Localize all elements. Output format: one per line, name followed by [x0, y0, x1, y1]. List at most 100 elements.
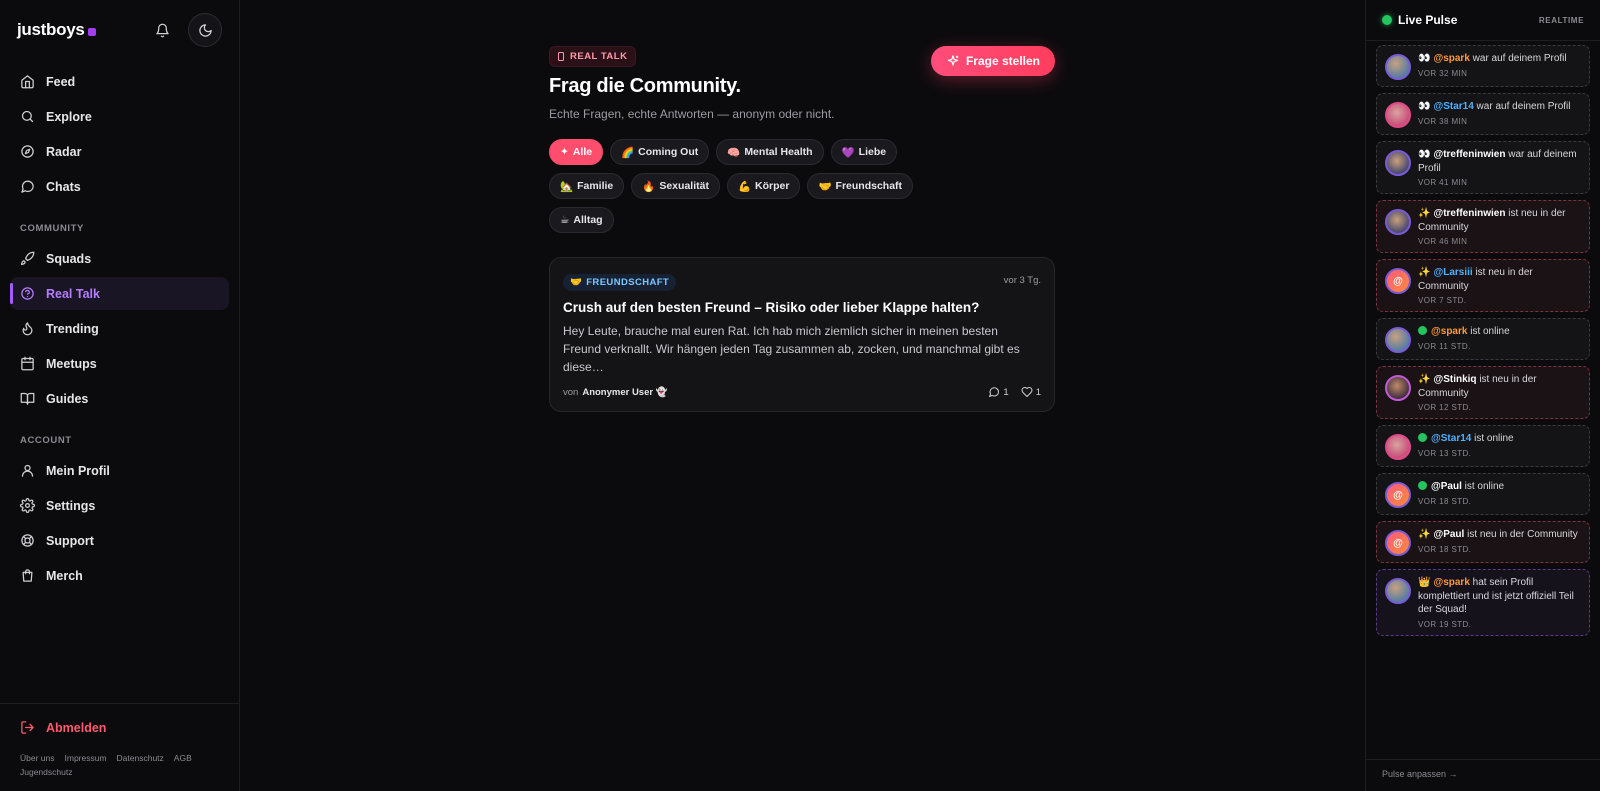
- pulse-text: @spark ist online: [1418, 325, 1510, 339]
- pulse-settings-link[interactable]: Pulse anpassen →: [1366, 759, 1600, 791]
- filter-chip-alle[interactable]: ✦ Alle: [549, 139, 604, 165]
- pulse-handle[interactable]: @spark: [1433, 577, 1469, 588]
- question-icon: [21, 287, 34, 300]
- sidebar-item-explore[interactable]: Explore: [10, 100, 229, 133]
- chip-emoji: 🔥: [642, 180, 656, 193]
- pulse-message: ist online: [1467, 326, 1510, 337]
- footer-link[interactable]: Über uns: [20, 753, 55, 763]
- pulse-card[interactable]: ✨ @treffeninwien ist neu in der Community…: [1376, 200, 1590, 253]
- comment-count[interactable]: 1: [988, 386, 1009, 398]
- sidebar-item-settings[interactable]: Settings: [10, 489, 229, 522]
- pulse-card[interactable]: 👀 @Star14 war auf deinem Profil VOR 38 MIN: [1376, 93, 1590, 135]
- sidebar-item-guides[interactable]: Guides: [10, 382, 229, 415]
- footer-link[interactable]: Datenschutz: [117, 753, 164, 763]
- theme-toggle-moon-icon[interactable]: [188, 13, 222, 47]
- pulse-handle[interactable]: @treffeninwien: [1433, 208, 1505, 219]
- pulse-emoji: ✨: [1418, 208, 1431, 219]
- sidebar-item-profile[interactable]: Mein Profil: [10, 454, 229, 487]
- sidebar-item-real-talk[interactable]: Real Talk: [10, 277, 229, 310]
- section-tag: REAL TALK: [549, 46, 637, 67]
- post-title[interactable]: Crush auf den besten Freund – Risiko ode…: [563, 300, 1041, 315]
- bell-icon[interactable]: [146, 14, 178, 46]
- logout-label: Abmelden: [46, 720, 107, 735]
- category-emoji: 🤝: [570, 277, 583, 288]
- footer-link[interactable]: Impressum: [65, 753, 107, 763]
- like-count[interactable]: 1: [1021, 386, 1041, 398]
- sidebar-item-meetups[interactable]: Meetups: [10, 347, 229, 380]
- sidebar-item-label: Feed: [46, 74, 76, 89]
- filter-chip-sexualitaet[interactable]: 🔥 Sexualität: [631, 173, 720, 199]
- sidebar-item-label: Meetups: [46, 356, 97, 371]
- sidebar-item-radar[interactable]: Radar: [10, 135, 229, 168]
- sidebar-item-merch[interactable]: Merch: [10, 559, 229, 592]
- footer-link[interactable]: Jugendschutz: [20, 767, 72, 777]
- pulse-handle[interactable]: @Paul: [1433, 529, 1464, 540]
- post-category-badge[interactable]: 🤝 FREUNDSCHAFT: [563, 274, 677, 291]
- pulse-card[interactable]: @Star14 ist online VOR 13 STD.: [1376, 425, 1590, 467]
- avatar[interactable]: [1385, 150, 1411, 176]
- avatar[interactable]: [1385, 54, 1411, 80]
- pulse-time: VOR 19 STD.: [1418, 619, 1472, 629]
- filter-chip-alltag[interactable]: ☕ Alltag: [549, 207, 614, 233]
- pulse-text: ✨ @treffeninwien ist neu in der Community: [1418, 207, 1581, 234]
- pulse-handle[interactable]: @Larsiii: [1433, 267, 1472, 278]
- sidebar-item-label: Squads: [46, 251, 92, 266]
- question-card[interactable]: 🤝 FREUNDSCHAFT vor 3 Tg. Crush auf den b…: [549, 257, 1055, 412]
- sidebar-item-support[interactable]: Support: [10, 524, 229, 557]
- pulse-emoji: 👀: [1418, 149, 1431, 160]
- avatar[interactable]: [1385, 375, 1411, 401]
- pulse-handle[interactable]: @Star14: [1431, 433, 1471, 444]
- like-count-value: 1: [1035, 386, 1041, 398]
- comment-icon: [989, 387, 1000, 397]
- footer-link[interactable]: AGB: [174, 753, 192, 763]
- avatar[interactable]: [1385, 578, 1411, 604]
- avatar[interactable]: [1385, 209, 1411, 235]
- avatar[interactable]: [1385, 434, 1411, 460]
- pulse-handle[interactable]: @Stinkiq: [1433, 374, 1476, 385]
- sidebar-item-label: Settings: [46, 498, 96, 513]
- filter-chip-coming-out[interactable]: 🌈 Coming Out: [610, 139, 710, 165]
- pulse-handle[interactable]: @Star14: [1433, 101, 1473, 112]
- avatar[interactable]: @: [1385, 268, 1411, 294]
- filter-chip-mental-health[interactable]: 🧠 Mental Health: [716, 139, 824, 165]
- pulse-card[interactable]: 👀 @treffeninwien war auf deinem Profil VOR…: [1376, 141, 1590, 194]
- page-subtitle: Echte Fragen, echte Antworten — anonym o…: [549, 107, 835, 121]
- sidebar-item-feed[interactable]: Feed: [10, 65, 229, 98]
- ask-question-button[interactable]: Frage stellen: [930, 46, 1055, 76]
- filter-chip-familie[interactable]: 🏡 Familie: [549, 173, 625, 199]
- account-nav: Mein Profil Settings Support Merch: [0, 454, 239, 594]
- user-icon: [21, 464, 34, 477]
- pulse-handle[interactable]: @spark: [1431, 326, 1467, 337]
- pulse-handle[interactable]: @treffeninwien: [1433, 149, 1505, 160]
- home-icon: [21, 75, 34, 89]
- flame-icon: [22, 322, 33, 336]
- sidebar-item-label: Real Talk: [46, 286, 100, 301]
- pulse-card[interactable]: @ ✨ @Larsiii ist neu in der Community VOR 7…: [1376, 259, 1590, 312]
- sidebar-item-squads[interactable]: Squads: [10, 242, 229, 275]
- sidebar-item-trending[interactable]: Trending: [10, 312, 229, 345]
- pulse-card[interactable]: ✨ @Stinkiq ist neu in der Community VOR 12…: [1376, 366, 1590, 419]
- sidebar-item-chats[interactable]: Chats: [10, 170, 229, 203]
- filter-chip-freundschaft[interactable]: 🤝 Freundschaft: [807, 173, 914, 199]
- pulse-card[interactable]: @spark ist online VOR 11 STD.: [1376, 318, 1590, 360]
- chip-label: Freundschaft: [835, 180, 903, 192]
- pulse-card[interactable]: @ @Paul ist online VOR 18 STD.: [1376, 473, 1590, 515]
- filter-chip-liebe[interactable]: 💜 Liebe: [830, 139, 898, 165]
- footer-links: Über uns Impressum Datenschutz AGB Jugen…: [20, 753, 220, 777]
- pulse-card[interactable]: 👑 @spark hat sein Profil komplettiert und…: [1376, 569, 1590, 636]
- logout-button[interactable]: Abmelden: [20, 720, 219, 735]
- avatar[interactable]: @: [1385, 530, 1411, 556]
- pulse-handle[interactable]: @Paul: [1431, 481, 1462, 492]
- pulse-card[interactable]: @ ✨ @Paul ist neu in der Community VOR 18 S…: [1376, 521, 1590, 563]
- pulse-handle[interactable]: @spark: [1433, 53, 1469, 64]
- avatar[interactable]: [1385, 327, 1411, 353]
- category-filters: ✦ Alle 🌈 Coming Out 🧠 Mental Health 💜 Liebe …: [549, 139, 969, 233]
- avatar[interactable]: @: [1385, 482, 1411, 508]
- avatar[interactable]: [1385, 102, 1411, 128]
- pulse-time: VOR 7 STD.: [1418, 296, 1467, 305]
- pulse-card[interactable]: 👀 @spark war auf deinem Profil VOR 32 MIN: [1376, 45, 1590, 87]
- nav-section-account: ACCOUNT: [20, 435, 72, 446]
- filter-chip-koerper[interactable]: 💪 Körper: [726, 173, 801, 199]
- pulse-message: war auf deinem Profil: [1473, 101, 1571, 112]
- logo[interactable]: justboys: [17, 20, 96, 40]
